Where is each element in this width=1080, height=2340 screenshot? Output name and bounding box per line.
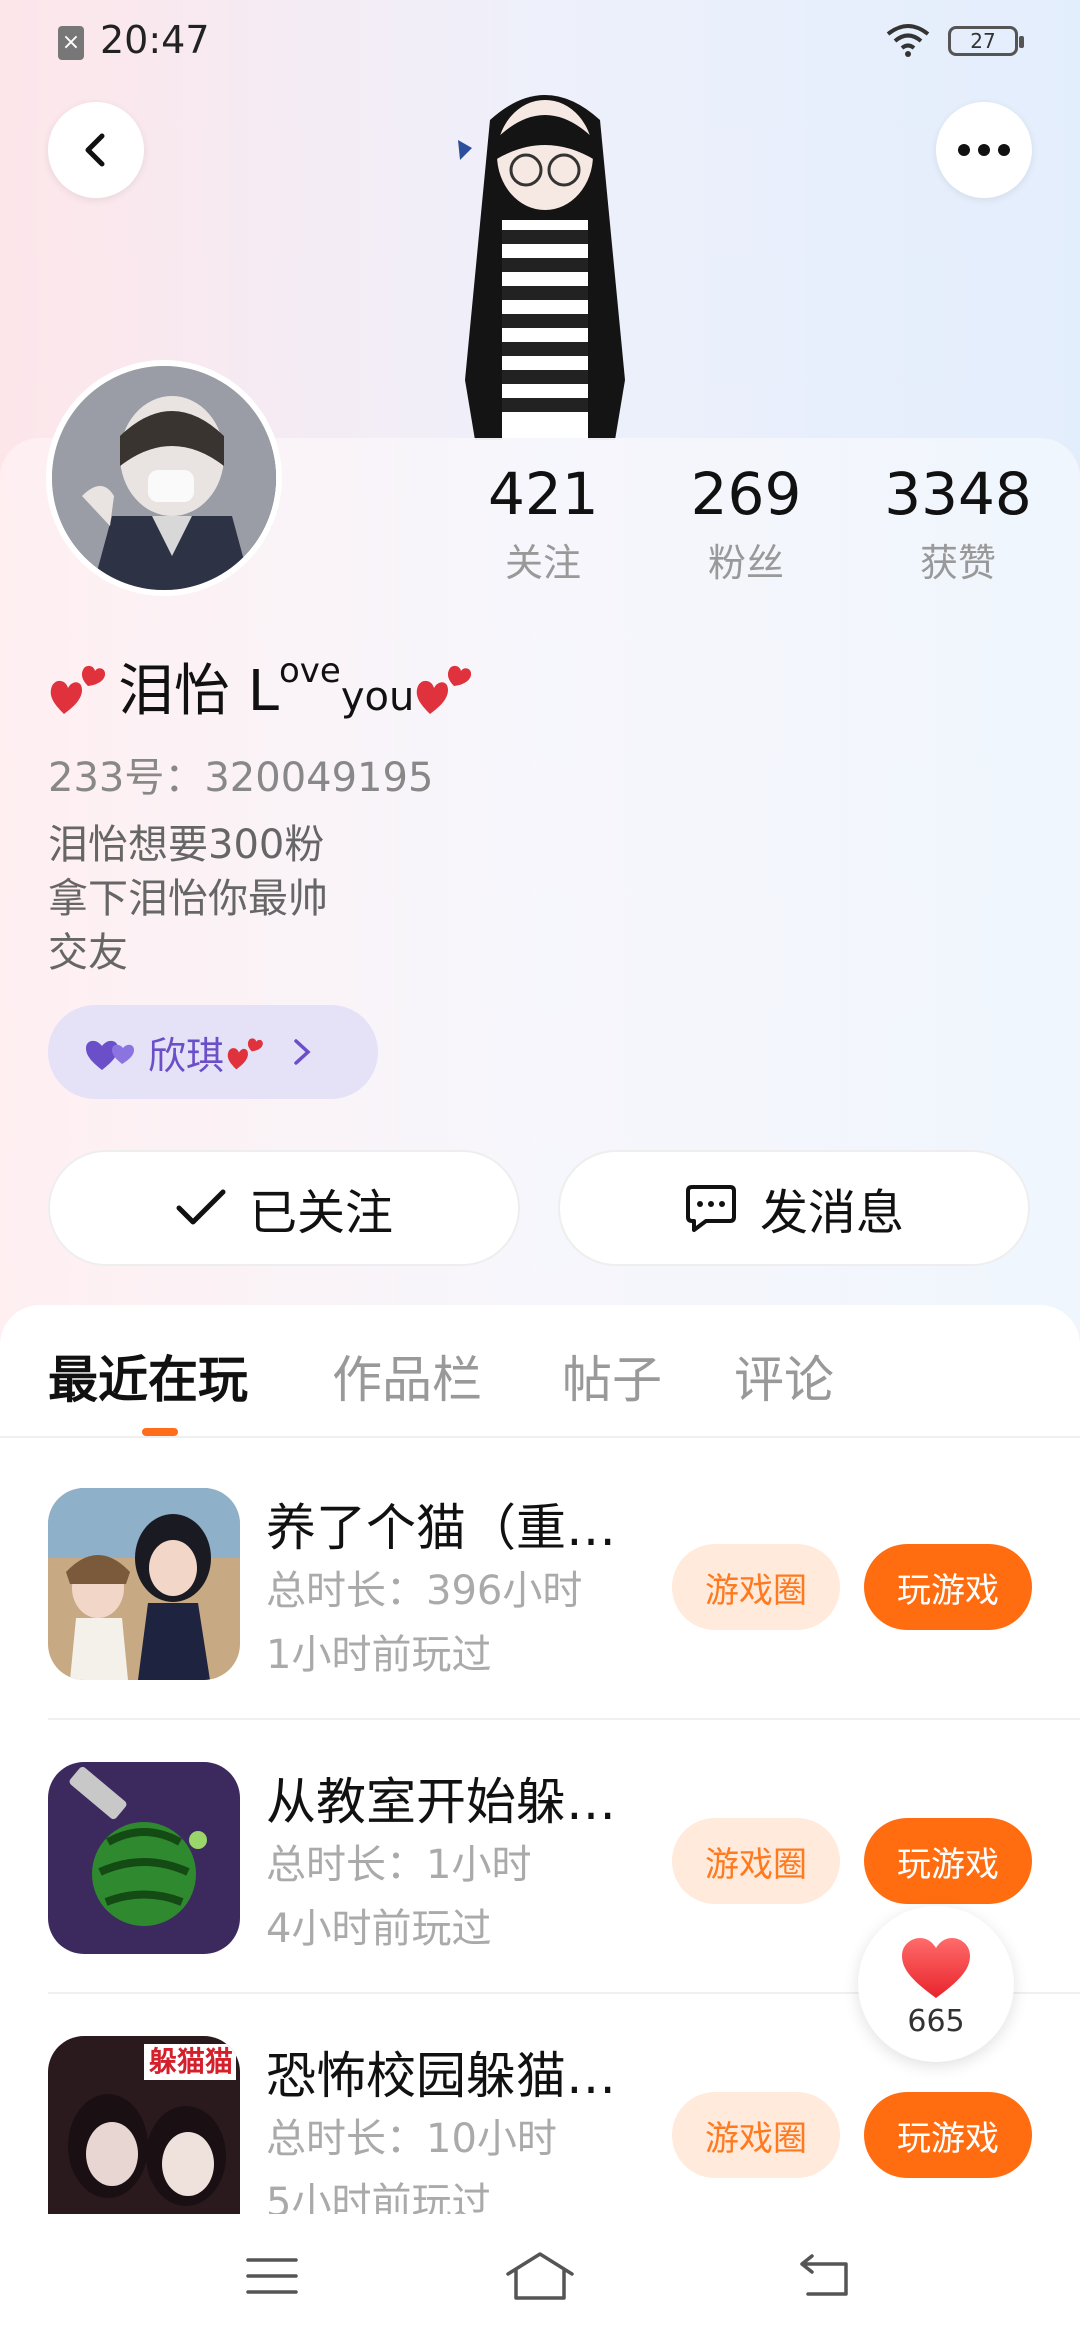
back-nav-button[interactable] [784,2246,864,2306]
tab-recent-played[interactable]: 最近在玩 [48,1340,248,1412]
following-count: 421 [488,460,599,528]
likes-count: 3348 [884,460,1032,528]
game-last-played: 4小时前玩过 [266,1906,492,1952]
tab-divider [0,1436,1080,1438]
game-icon [48,1762,240,1954]
menu-icon [246,2258,298,2294]
nickname-sub: you [340,673,415,720]
purple-hearts-icon [86,1040,134,1070]
divider [48,1718,1080,1720]
message-button[interactable]: 发消息 [558,1150,1030,1266]
like-button[interactable]: 665 [858,1906,1014,2062]
heart-icon [902,1938,970,1998]
bio-line: 交友 [48,930,128,976]
avatar[interactable] [46,360,282,596]
follow-button-label: 已关注 [248,1185,393,1241]
check-icon [176,1189,226,1225]
game-duration: 总时长：1小时 [266,1842,532,1888]
game-circle-button[interactable]: 游戏圈 [672,2092,840,2178]
play-game-button[interactable]: 玩游戏 [864,1818,1032,1904]
two-hearts-icon [227,1038,263,1070]
game-icon-text: 躲猫猫 [148,2045,233,2078]
back-button[interactable] [48,102,144,198]
avatar-image [52,366,276,590]
game-last-played: 5小时前玩过 [266,2180,492,2214]
two-hearts-icon [417,665,472,714]
stat-followers[interactable]: 269 粉丝 [688,462,804,587]
followers-count: 269 [690,460,802,528]
battery-indicator: 27 [948,26,1024,56]
nickname: 泪怡 Love you [48,646,476,727]
game-icon [48,1488,240,1680]
relation-badge-label: 欣琪 [148,1033,225,1078]
status-time: 20:47 [100,18,210,62]
two-hearts-icon [50,665,106,714]
followers-label: 粉丝 [707,541,784,585]
game-duration: 总时长：10小时 [266,2116,557,2162]
bio-line: 拿下泪怡你最帅 [48,876,328,922]
follow-button[interactable]: 已关注 [48,1150,520,1266]
chevron-right-icon [294,1039,311,1065]
stat-following[interactable]: 421 关注 [488,460,599,587]
tab-indicator [142,1428,178,1436]
return-icon [800,2254,848,2296]
home-button[interactable] [500,2246,580,2306]
following-label: 关注 [504,541,581,585]
stat-likes[interactable]: 3348 获赞 [880,462,1036,587]
nickname-sup: ove [279,650,341,691]
relation-badge[interactable]: 欣琪 [48,1005,378,1099]
likes-label: 获赞 [919,541,996,585]
status-bar: × 20:47 27 [0,0,1080,90]
game-title: 恐怖校园躲猫… [266,2047,616,2105]
game-title: 从教室开始躲… [266,1773,616,1831]
game-last-played: 1小时前玩过 [266,1632,492,1678]
game-duration: 总时长：396小时 [266,1568,583,1614]
game-circle-button[interactable]: 游戏圈 [672,1544,840,1630]
user-id: 233号：320049195 [48,755,434,801]
notification-icon: × [58,26,84,60]
like-count: 665 [907,2004,965,2039]
home-icon [506,2252,574,2300]
tab-posts[interactable]: 帖子 [562,1340,662,1412]
list-item[interactable]: 养了个猫（重… 总时长：396小时 1小时前玩过 游戏圈 玩游戏 [0,1488,1080,1760]
message-button-label: 发消息 [759,1185,904,1241]
game-icon: 躲猫猫 [48,2036,240,2214]
wifi-icon [886,24,930,57]
play-game-button[interactable]: 玩游戏 [864,2092,1032,2178]
game-circle-button[interactable]: 游戏圈 [672,1818,840,1904]
tab-works[interactable]: 作品栏 [332,1340,482,1412]
chevron-left-icon [85,133,105,167]
nickname-text: 泪怡 L [118,659,279,724]
character-figure [458,95,625,440]
game-title: 养了个猫（重… [266,1499,616,1557]
tab-comments[interactable]: 评论 [734,1340,834,1412]
chat-bubble-icon [685,1185,736,1232]
bio-line: 泪怡想要300粉 [48,822,325,868]
play-game-button[interactable]: 玩游戏 [864,1544,1032,1630]
more-dots-icon [958,144,1010,156]
system-nav-bar [0,2214,1080,2340]
bio: 泪怡想要300粉 拿下泪怡你最帅 交友 [48,818,328,980]
menu-button[interactable] [232,2246,312,2306]
more-button[interactable] [936,102,1032,198]
